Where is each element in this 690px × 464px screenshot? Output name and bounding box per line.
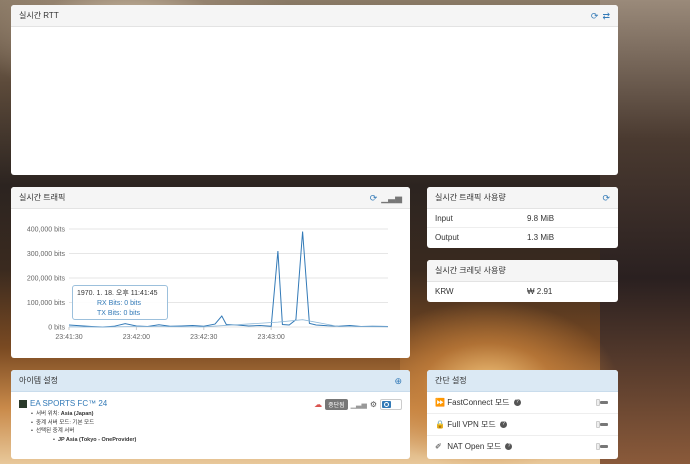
items-panel-header: 아이템 설정 ⊕ [11, 370, 410, 392]
usage-value: 1.3 MiB [527, 233, 555, 242]
usage-panel-header: 실시간 트래픽 사용량 ⟳ [427, 187, 618, 209]
game-power-toggle[interactable] [380, 399, 402, 410]
x-tick-label: 23:43:00 [258, 334, 285, 341]
usage-panel: 실시간 트래픽 사용량 ⟳ Input 9.8 MiB Output 1.3 M… [427, 187, 618, 248]
credit-panel-title: 실시간 크레딧 사용량 [435, 266, 506, 275]
quick-option-full-vpn: 🔒 Full VPN 모드 ? [427, 414, 618, 436]
add-item-icon[interactable]: ⊕ [394, 376, 402, 386]
signal-bars-icon[interactable]: ▁▃▅ [381, 193, 402, 203]
items-panel-title: 아이템 설정 [19, 376, 59, 385]
y-tick-label: 200,000 bits [27, 276, 66, 283]
chart-tooltip: 1970. 1. 18. 오후 11:41:45 RX Bits: 0 bits… [72, 285, 168, 320]
credit-panel: 실시간 크레딧 사용량 KRW ₩ 2.91 [427, 260, 618, 302]
game-name-link[interactable]: EA SPORTS FC™ 24 [30, 399, 107, 408]
credit-panel-header: 실시간 크레딧 사용량 [427, 260, 618, 282]
traffic-panel-header: 실시간 트래픽 ⟳ ▁▃▅ [11, 187, 410, 209]
game-thumbnail-icon [19, 399, 27, 408]
rtt-panel: 실시간 RTT ⟳ ⇄ [11, 5, 618, 175]
gear-icon[interactable]: ⚙ [370, 400, 377, 409]
traffic-chart: 0 bits 100,000 bits 200,000 bits 300,000 bi… [27, 227, 389, 341]
tooltip-tx: TX Bits: 0 bits [97, 310, 141, 317]
quick-option-fastconnect: ⏩ FastConnect 모드 ? [427, 392, 618, 414]
credit-row-krw: KRW ₩ 2.91 [427, 282, 618, 301]
y-tick-label: 400,000 bits [27, 227, 66, 234]
x-tick-label: 23:41:30 [55, 334, 82, 341]
items-panel: 아이템 설정 ⊕ EA SPORTS FC™ 24 서버 위치: Asia (J… [11, 370, 410, 459]
full-vpn-toggle[interactable] [596, 421, 608, 428]
traffic-panel-title: 실시간 트래픽 [19, 193, 66, 202]
status-badge: 중단됨 [325, 399, 348, 410]
fastconnect-toggle[interactable] [596, 399, 608, 406]
relay-mode-item: 중계 서버 모드: 기본 모드 [31, 419, 402, 428]
quick-settings-header: 간단 설정 [427, 370, 618, 392]
tooltip-time: 1970. 1. 18. 오후 11:41:45 [77, 290, 158, 297]
relay-server-item: JP Asia (Tokyo - OneProvider) [53, 436, 402, 445]
tooltip-rx: RX Bits: 0 bits [97, 300, 141, 307]
game-details: 서버 위치: Asia (Japan) 중계 서버 모드: 기본 모드 선택된 … [31, 410, 402, 444]
cloud-icon: ☁ [314, 400, 323, 409]
refresh-icon[interactable]: ⟳ [602, 193, 610, 203]
nat-open-toggle[interactable] [596, 443, 608, 450]
sync-settings-icon[interactable]: ⇄ [602, 11, 610, 21]
credit-label: KRW [435, 287, 454, 296]
quick-option-nat-open: ✐ NAT Open 모드 ? [427, 436, 618, 458]
usage-label: Output [435, 233, 460, 242]
help-icon[interactable]: ? [505, 443, 513, 451]
help-icon[interactable]: ? [499, 421, 507, 429]
y-tick-label: 100,000 bits [27, 300, 66, 307]
server-location-item: 서버 위치: Asia (Japan) [31, 410, 402, 419]
lock-icon: 🔒 [435, 420, 445, 429]
help-icon[interactable]: ? [513, 399, 521, 407]
usage-row-input: Input 9.8 MiB [427, 209, 618, 228]
refresh-icon[interactable]: ⟳ [591, 11, 599, 21]
x-tick-label: 23:42:30 [190, 334, 217, 341]
quick-settings-title: 간단 설정 [435, 376, 467, 385]
rtt-panel-title: 실시간 RTT [19, 11, 59, 20]
usage-panel-title: 실시간 트래픽 사용량 [435, 193, 506, 202]
traffic-panel: 실시간 트래픽 ⟳ ▁▃▅ 0 bits 100,000 bits 200,000 … [11, 187, 410, 358]
y-tick-label: 0 bits [48, 325, 65, 332]
credit-value: ₩ 2.91 [527, 287, 553, 296]
option-label: FastConnect 모드 [447, 398, 510, 407]
nat-icon: ✐ [435, 442, 442, 451]
usage-value: 9.8 MiB [527, 214, 555, 223]
signal-bars-icon: ▁▃▅ [350, 401, 367, 409]
selected-relay-item: 선택된 중계 서버 [31, 427, 402, 436]
usage-row-output: Output 1.3 MiB [427, 228, 618, 247]
usage-label: Input [435, 214, 453, 223]
option-label: NAT Open 모드 [447, 442, 502, 451]
fast-forward-icon: ⏩ [435, 398, 445, 407]
x-tick-label: 23:42:00 [123, 334, 150, 341]
option-label: Full VPN 모드 [447, 420, 496, 429]
y-tick-label: 300,000 bits [27, 251, 66, 258]
refresh-icon[interactable]: ⟳ [370, 193, 378, 203]
rtt-panel-header: 실시간 RTT ⟳ ⇄ [11, 5, 618, 27]
game-item-controls: ☁ 중단됨 ▁▃▅ ⚙ [314, 399, 402, 410]
quick-settings-panel: 간단 설정 ⏩ FastConnect 모드 ? 🔒 Full VPN 모드 ?… [427, 370, 618, 459]
